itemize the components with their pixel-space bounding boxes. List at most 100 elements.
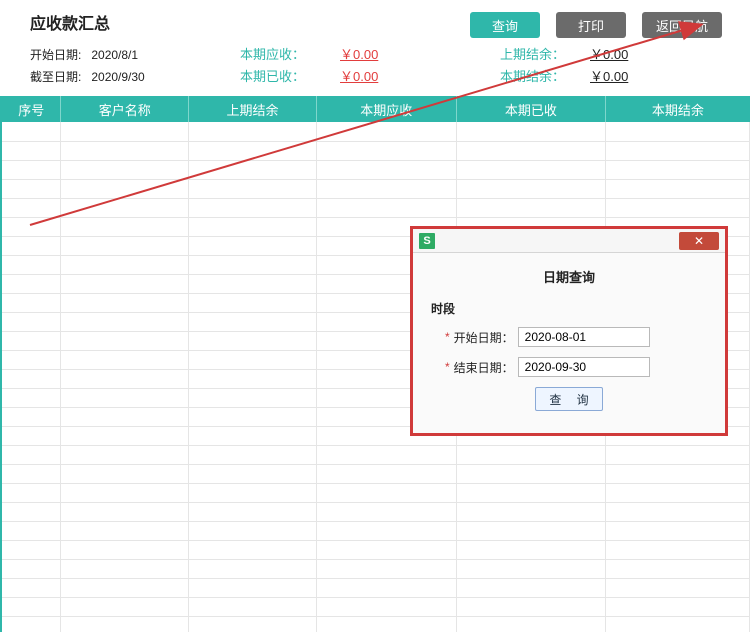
table-row[interactable]: [1, 521, 750, 540]
table-cell: [61, 141, 189, 160]
table-cell: [189, 293, 317, 312]
table-cell: [1, 597, 61, 616]
table-cell: [606, 578, 750, 597]
table-cell: [1, 198, 61, 217]
close-button[interactable]: ✕: [679, 232, 719, 250]
table-cell: [316, 464, 456, 483]
table-cell: [1, 521, 61, 540]
table-cell: [189, 179, 317, 198]
table-cell: [61, 578, 189, 597]
table-cell: [606, 445, 750, 464]
table-cell: [189, 464, 317, 483]
table-cell: [189, 445, 317, 464]
table-cell: [316, 483, 456, 502]
curr-balance-label: 本期结余：: [500, 66, 565, 88]
table-cell: [61, 426, 189, 445]
table-cell: [61, 388, 189, 407]
table-cell: [606, 559, 750, 578]
table-cell: [316, 198, 456, 217]
table-row[interactable]: [1, 445, 750, 464]
table-cell: [61, 521, 189, 540]
table-row[interactable]: [1, 122, 750, 141]
table-cell: [189, 483, 317, 502]
dialog-titlebar: S ✕: [413, 229, 725, 253]
table-cell: [61, 331, 189, 350]
table-cell: [1, 559, 61, 578]
table-cell: [189, 312, 317, 331]
table-cell: [1, 236, 61, 255]
table-cell: [456, 179, 606, 198]
table-row[interactable]: [1, 198, 750, 217]
table-cell: [456, 521, 606, 540]
table-cell: [456, 597, 606, 616]
print-button[interactable]: 打印: [556, 12, 626, 38]
table-row[interactable]: [1, 160, 750, 179]
col-curr-bal: 本期结余: [606, 96, 750, 122]
receivable-label: 本期应收：: [240, 44, 305, 66]
table-cell: [61, 464, 189, 483]
table-cell: [61, 312, 189, 331]
app-icon: S: [419, 233, 435, 249]
dialog-query-button[interactable]: 查 询: [535, 387, 603, 411]
table-cell: [1, 388, 61, 407]
received-label: 本期已收：: [240, 66, 305, 88]
table-cell: [189, 578, 317, 597]
table-cell: [606, 521, 750, 540]
table-row[interactable]: [1, 559, 750, 578]
table-cell: [456, 483, 606, 502]
table-cell: [456, 464, 606, 483]
table-cell: [456, 445, 606, 464]
table-cell: [61, 597, 189, 616]
table-header-row: 序号 客户名称 上期结余 本期应收 本期已收 本期结余: [1, 96, 750, 122]
table-cell: [316, 521, 456, 540]
table-cell: [189, 426, 317, 445]
table-cell: [189, 350, 317, 369]
required-asterisk: *: [445, 330, 450, 344]
back-nav-button[interactable]: 返回导航: [642, 12, 722, 38]
table-cell: [316, 502, 456, 521]
table-row[interactable]: [1, 502, 750, 521]
table-cell: [1, 445, 61, 464]
table-row[interactable]: [1, 578, 750, 597]
prev-balance-label: 上期结余：: [500, 44, 565, 66]
table-cell: [189, 521, 317, 540]
dialog-end-label: 结束日期：: [454, 359, 518, 376]
table-row[interactable]: [1, 597, 750, 616]
header-buttons: 查询 打印 返回导航: [470, 12, 722, 38]
table-cell: [316, 160, 456, 179]
table-cell: [316, 540, 456, 559]
table-cell: [456, 141, 606, 160]
table-row[interactable]: [1, 464, 750, 483]
query-button[interactable]: 查询: [470, 12, 540, 38]
table-cell: [606, 483, 750, 502]
table-cell: [61, 445, 189, 464]
table-cell: [189, 274, 317, 293]
receivable-value: ￥0.00: [340, 44, 378, 66]
table-cell: [189, 407, 317, 426]
table-row[interactable]: [1, 483, 750, 502]
table-row[interactable]: [1, 616, 750, 632]
dialog-end-input[interactable]: [518, 357, 650, 377]
table-cell: [456, 160, 606, 179]
dialog-section-label: 时段: [431, 300, 707, 317]
dialog-start-input[interactable]: [518, 327, 650, 347]
table-row[interactable]: [1, 141, 750, 160]
table-cell: [189, 540, 317, 559]
table-cell: [456, 540, 606, 559]
table-cell: [456, 198, 606, 217]
table-cell: [61, 217, 189, 236]
table-cell: [456, 578, 606, 597]
end-date-value: 2020/9/30: [91, 66, 144, 88]
table-cell: [606, 464, 750, 483]
table-row[interactable]: [1, 179, 750, 198]
table-cell: [61, 540, 189, 559]
table-cell: [1, 407, 61, 426]
table-cell: [61, 179, 189, 198]
table-cell: [606, 179, 750, 198]
table-cell: [189, 502, 317, 521]
table-cell: [606, 198, 750, 217]
table-row[interactable]: [1, 540, 750, 559]
table-cell: [1, 331, 61, 350]
table-cell: [1, 578, 61, 597]
table-cell: [189, 122, 317, 141]
